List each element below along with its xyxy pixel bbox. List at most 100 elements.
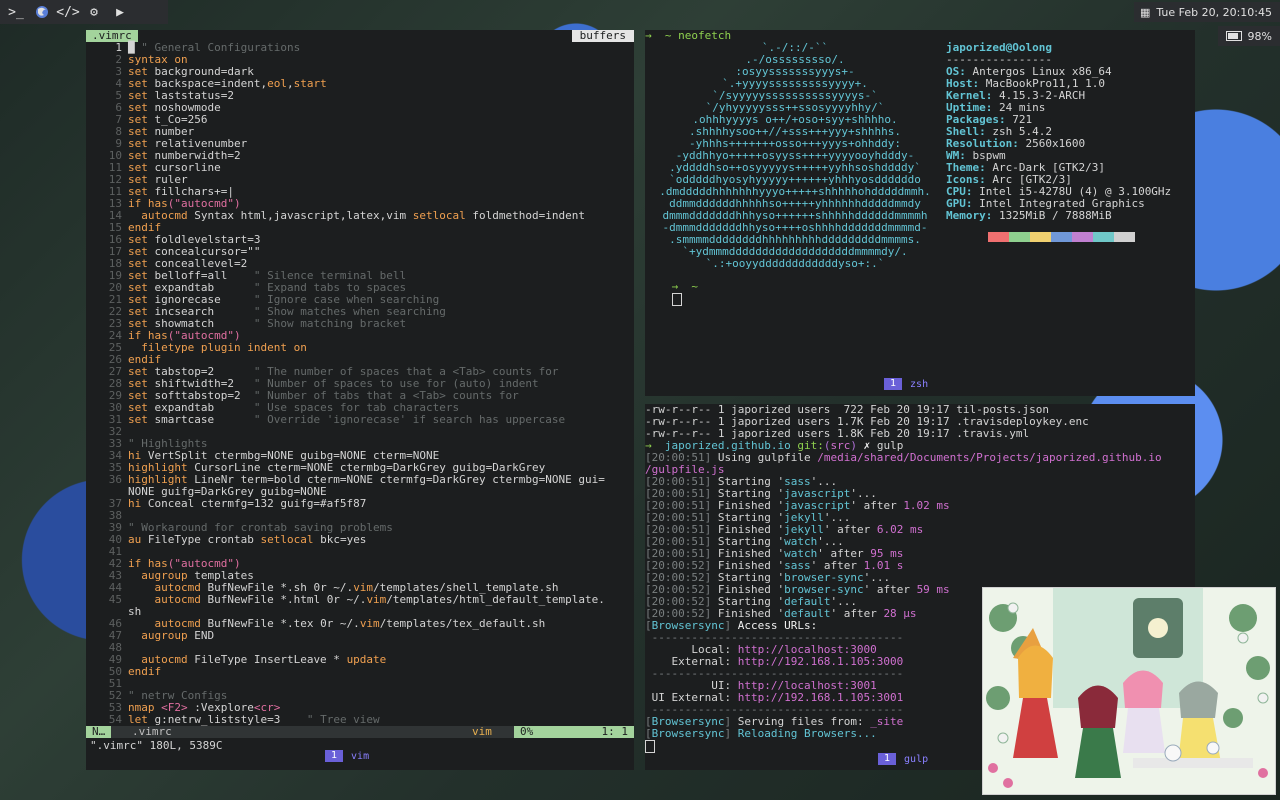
code-token: " Tree view <box>306 713 380 726</box>
info-key: Memory: <box>946 209 999 222</box>
workspace-label-zsh[interactable]: 1 zsh <box>884 378 928 390</box>
code-token: /media/shared/Documents/Projects/japoriz… <box>817 451 1162 464</box>
vim-window[interactable]: .vimrc buffers 1 █ " General Configuratio… <box>86 30 634 770</box>
code-line[interactable]: 50 endif <box>86 666 634 678</box>
workspace-number: 1 <box>878 753 897 765</box>
code-token: [ <box>645 727 652 740</box>
vim-editor[interactable]: 1 █ " General Configurations 2 syntax on 3 se… <box>86 42 634 726</box>
code-token: autocmd <box>154 593 201 606</box>
info-row: Memory: 1325MiB / 7888MiB <box>946 210 1171 222</box>
workspace-name: vim <box>351 750 370 762</box>
play-icon[interactable]: ▶ <box>112 4 128 20</box>
settings-icon[interactable]: ⚙ <box>86 4 102 20</box>
cursor <box>671 293 682 306</box>
code-token: foldmethod=indent <box>465 209 585 222</box>
color-swatch <box>1009 232 1030 242</box>
code-line[interactable]: 49 autocmd FileType InsertLeave * update <box>86 654 634 666</box>
code-token: Using gulpfile <box>711 451 818 464</box>
code-token: 1.02 ms <box>903 499 950 512</box>
code-token: , <box>286 77 294 90</box>
code-token: Reloading Browsers... <box>731 727 877 740</box>
vim-mode: N… <box>86 726 112 738</box>
color-swatch <box>1051 232 1072 242</box>
vim-buffers-label[interactable]: buffers <box>571 30 634 42</box>
code-token: FileType crontab <box>141 533 261 546</box>
color-swatch <box>1072 232 1093 242</box>
code-line[interactable]: 14 autocmd Syntax html,javascript,latex,… <box>86 210 634 222</box>
color-swatches <box>967 232 1171 242</box>
vim-cmdline: ".vimrc" 180L, 5389C <box>90 739 223 752</box>
prompt-text-2: → ~ <box>671 280 699 293</box>
clock[interactable]: ▦ Tue Feb 20, 20:10:45 <box>1133 2 1280 22</box>
code-token: BufNewFile *.tex 0r ~/. <box>200 617 360 630</box>
code-token: 28 μs <box>883 607 917 620</box>
workspace-name: gulp <box>904 753 929 765</box>
vim-status-position: 0% 1: 1 <box>514 726 634 738</box>
code-token: au <box>128 533 142 546</box>
info-value: 2560x1600 <box>1025 137 1086 150</box>
code-token: ' after <box>830 607 884 620</box>
code-token: END <box>187 629 215 642</box>
firefox-icon[interactable] <box>34 4 50 20</box>
workspace-number: 1 <box>884 378 903 390</box>
datetime: Tue Feb 20, 20:10:45 <box>1156 5 1272 19</box>
code-line[interactable]: 45 autocmd BufNewFile *.html 0r ~/.vim/t… <box>86 594 634 606</box>
code-line[interactable]: 40 au FileType crontab setlocal bkc=yes <box>86 534 634 546</box>
color-swatch <box>967 232 988 242</box>
workspace-number: 1 <box>325 750 344 762</box>
neofetch-terminal[interactable]: → ~ neofetch `.-/::/-`` .-/osssssssso/.:o… <box>645 30 1195 396</box>
code-token: eol <box>267 77 287 90</box>
code-token: update <box>346 653 387 666</box>
color-swatch <box>988 232 1009 242</box>
workspace-label-gulp[interactable]: 1 gulp <box>878 753 928 765</box>
distro-logo: `.-/::/-`` .-/osssssssso/.:osyysssssssyyy… <box>645 42 945 270</box>
code-token: 59 ms <box>916 583 950 596</box>
terminal-line: [20:00:51] Using gulpfile /media/shared/… <box>645 452 1195 464</box>
code-line[interactable]: 47 augroup END <box>86 630 634 642</box>
color-swatch <box>1114 232 1135 242</box>
vim-status-file: .vimrc <box>132 725 172 738</box>
code-token: FileType InsertLeave * <box>187 653 347 666</box>
code-token: " Override 'ignorecase' if search has up… <box>253 413 566 426</box>
battery-percent: 98% <box>1247 29 1272 43</box>
calendar-icon: ▦ <box>1139 5 1151 19</box>
line-number: 36 <box>108 473 122 486</box>
code-token: hi <box>128 497 142 510</box>
vim-status-filetype: vim <box>472 725 492 738</box>
battery-icon <box>1225 31 1242 41</box>
prompt-text: → ~ neofetch <box>645 29 732 42</box>
code-token: setlocal <box>412 209 466 222</box>
code-token: /templates/tex_default.sh <box>379 617 546 630</box>
code-token: set <box>128 413 148 426</box>
code-line[interactable]: 37 hi Conceal ctermfg=132 guifg=#af5f87 <box>86 498 634 510</box>
code-token: /templates/html_default_template. <box>386 593 605 606</box>
workspace-name: zsh <box>910 378 929 390</box>
battery-indicator[interactable]: 98% <box>1217 26 1280 46</box>
code-token: Browsersync <box>651 727 725 740</box>
code-token: vim <box>366 593 387 606</box>
system-info: japorized@Oolong ---------------- OS: An… <box>946 42 1171 242</box>
code-line[interactable]: 31 set smartcase " Override 'ignorecase' … <box>86 414 634 426</box>
vim-statusline: N… .vimrc vim 0% 1: 1 <box>86 726 634 738</box>
terminal-icon[interactable]: >_ <box>8 4 24 20</box>
code-token: augroup <box>141 629 188 642</box>
code-token: start <box>293 77 327 90</box>
vim-status-cursor: 1: 1 <box>601 725 629 738</box>
code-token: smartcase <box>147 413 254 426</box>
cursor <box>645 740 655 753</box>
info-value: 1325MiB / 7888MiB <box>998 209 1112 222</box>
vim-status-percent: 0% <box>520 725 534 738</box>
code-icon[interactable]: </> <box>56 4 79 20</box>
code-token: BufNewFile *.html 0r ~/. <box>200 593 367 606</box>
prompt-line-2[interactable]: → ~ <box>645 269 698 306</box>
code-token: endif <box>128 665 162 678</box>
code-token: ' after <box>850 499 904 512</box>
code-line[interactable]: 25 filetype plugin indent on <box>86 342 634 354</box>
workspace-label-vim[interactable]: 1 vim <box>325 750 369 762</box>
code-token: setlocal <box>260 533 314 546</box>
code-token: Syntax html,javascript,latex,vim <box>187 209 413 222</box>
top-bar: >_ </> ⚙ ▶ <box>0 0 168 24</box>
anime-image[interactable] <box>982 587 1276 795</box>
